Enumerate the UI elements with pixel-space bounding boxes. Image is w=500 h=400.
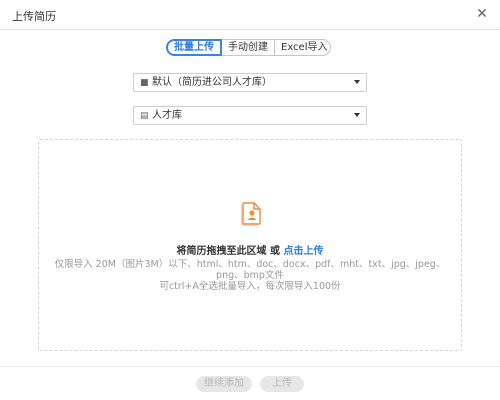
library-select[interactable]: ▤ 人才库 — [133, 106, 367, 125]
dialog-titlebar: 上传简历 ✕ — [0, 0, 500, 30]
continue-add-button[interactable]: 继续添加 — [196, 376, 252, 392]
library-select-value: 人才库 — [152, 110, 182, 121]
upload-button[interactable]: 上传 — [260, 376, 304, 392]
drop-instruction-text: 将简历拖拽至此区域 或 — [176, 246, 284, 257]
dialog-footer: 继续添加 上传 — [0, 366, 500, 400]
folder-icon: ■ — [140, 78, 149, 88]
close-icon[interactable]: ✕ — [474, 6, 490, 22]
folder-select[interactable]: ■ 默认（简历进公司人才库） — [133, 73, 367, 92]
tab-excel-import[interactable]: Excel导入 — [274, 39, 331, 56]
file-type-hint: 仅限导入 20M（图片3M）以下、html、htm、doc、docx、pdf、m… — [54, 259, 446, 281]
caret-down-icon — [354, 80, 360, 84]
folder-select-value: 默认（简历进公司人才库） — [152, 77, 272, 88]
resume-drop-zone[interactable]: 将简历拖拽至此区域 或 点击上传 仅限导入 20M（图片3M）以下、html、h… — [38, 139, 462, 351]
upload-mode-tabs: 批量上传 手动创建 Excel导入 — [166, 39, 331, 56]
tab-manual-create[interactable]: 手动创建 — [221, 39, 275, 56]
drop-instruction: 将简历拖拽至此区域 或 点击上传 — [39, 242, 461, 257]
caret-down-icon — [354, 113, 360, 117]
resume-document-icon — [241, 202, 261, 226]
dialog-title: 上传简历 — [12, 10, 56, 23]
click-upload-link[interactable]: 点击上传 — [283, 246, 323, 257]
batch-limit-hint: 可ctrl+A全选批量导入，每次限导入100份 — [159, 281, 341, 292]
database-icon: ▤ — [140, 111, 149, 121]
tab-batch-upload[interactable]: 批量上传 — [166, 39, 222, 56]
